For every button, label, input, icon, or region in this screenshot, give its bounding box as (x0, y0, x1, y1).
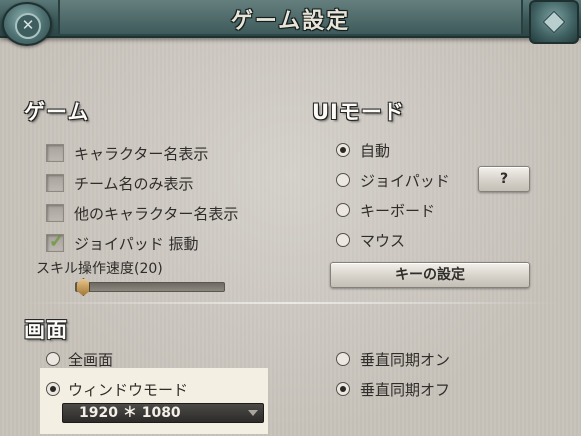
key-settings-button[interactable]: キーの設定 (330, 262, 530, 288)
section-divider (20, 302, 561, 304)
checkbox-label: チーム名のみ表示 (74, 174, 194, 193)
ornament-gem-icon (542, 10, 566, 34)
checkbox-checked[interactable]: ✓ (46, 231, 65, 252)
checkbox-label: キャラクター名表示 (74, 144, 209, 163)
ui-mode-section-title: UIモード (312, 100, 405, 124)
radio-dot-icon (340, 386, 346, 392)
radio-row-joypad[interactable]: ジョイパッド (336, 169, 450, 191)
screen-section-title: 画面 (24, 318, 68, 342)
title-banner-center: ゲーム設定 (58, 0, 523, 34)
checkbox[interactable] (46, 174, 64, 192)
radio-button-selected[interactable] (46, 382, 60, 396)
checkbox[interactable] (46, 144, 64, 162)
radio-row-vsync-off[interactable]: 垂直同期オフ (336, 378, 450, 400)
radio-label: ジョイパッド (360, 171, 450, 190)
skill-speed-slider-handle[interactable] (76, 278, 91, 296)
radio-label: ウィンドウモード (68, 380, 189, 399)
skill-speed-slider-track[interactable] (75, 282, 225, 292)
skill-speed-row: スキル操作速度(20) (36, 257, 163, 279)
resolution-value: 1920 ＊ 1080 (79, 405, 181, 421)
radio-button[interactable] (46, 352, 60, 366)
radio-button-selected[interactable] (336, 143, 350, 157)
chevron-down-icon (248, 410, 258, 416)
radio-label: 垂直同期オン (360, 350, 451, 369)
radio-label: 垂直同期オフ (360, 380, 451, 399)
title-banner: ゲーム設定 (0, 0, 581, 38)
radio-label: マウス (360, 231, 406, 250)
checkbox-row-team-name[interactable]: チーム名のみ表示 (46, 172, 194, 194)
radio-label: キーボード (360, 201, 436, 220)
radio-row-vsync-on[interactable]: 垂直同期オン (336, 348, 450, 370)
corner-ornament (529, 0, 579, 44)
window-title: ゲーム設定 (230, 9, 351, 34)
radio-dot-icon (340, 147, 346, 153)
radio-row-mouse[interactable]: マウス (336, 229, 405, 251)
settings-panel: ゲーム設定 ✕ ゲーム キャラクター名表示 チーム名のみ表示 他のキャラクター名… (0, 0, 581, 436)
radio-row-keyboard[interactable]: キーボード (336, 199, 435, 221)
radio-button-selected[interactable] (336, 382, 350, 396)
checkbox-row-other-character-name[interactable]: 他のキャラクター名表示 (46, 202, 238, 224)
radio-button[interactable] (336, 233, 350, 247)
checkbox-label: 他のキャラクター名表示 (74, 204, 239, 223)
checkbox[interactable] (46, 204, 64, 222)
checkbox-label: ジョイパッド 振動 (74, 234, 199, 253)
radio-dot-icon (50, 386, 56, 392)
checkbox-row-joypad-vibration[interactable]: ✓ ジョイパッド 振動 (46, 231, 199, 254)
game-section-title: ゲーム (24, 100, 90, 124)
radio-button[interactable] (336, 203, 350, 217)
radio-button[interactable] (336, 352, 350, 366)
checkbox-row-character-name[interactable]: キャラクター名表示 (46, 142, 208, 164)
radio-row-fullscreen[interactable]: 全画面 (46, 348, 113, 370)
radio-row-auto[interactable]: 自動 (336, 139, 390, 161)
radio-label: 全画面 (68, 350, 114, 369)
close-button[interactable]: ✕ (2, 2, 52, 46)
close-icon: ✕ (15, 13, 41, 39)
resolution-dropdown[interactable]: 1920 ＊ 1080 (62, 403, 264, 423)
checkmark-icon: ✓ (49, 231, 65, 252)
radio-button[interactable] (336, 173, 350, 187)
help-button[interactable]: ? (478, 166, 530, 192)
radio-label: 自動 (360, 141, 391, 160)
skill-speed-label: スキル操作速度(20) (36, 261, 163, 277)
radio-row-window-mode[interactable]: ウィンドウモード (46, 378, 188, 400)
